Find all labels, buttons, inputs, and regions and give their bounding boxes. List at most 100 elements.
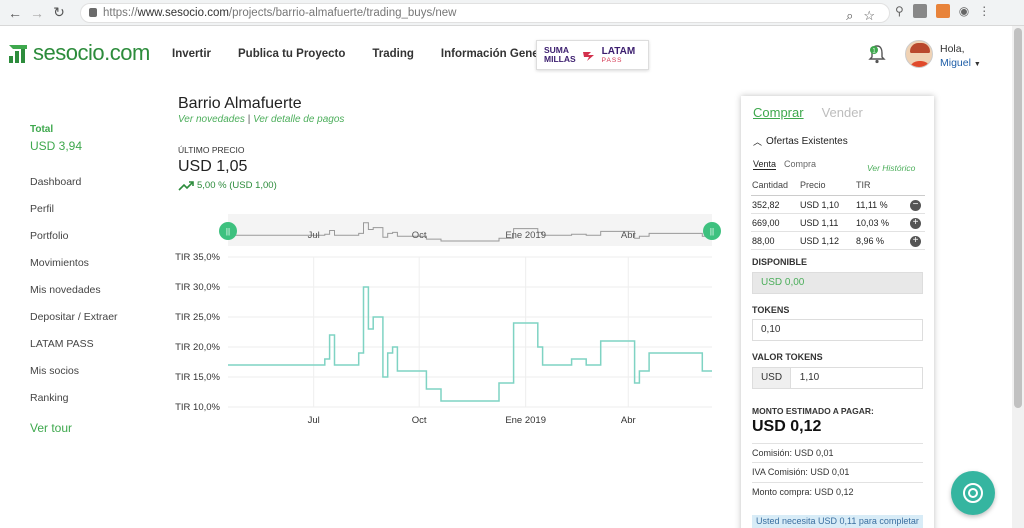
comision-text: Comisión: USD 0,01 bbox=[752, 443, 923, 458]
table-header: Cantidad Precio TIR bbox=[751, 180, 925, 196]
cell-tir: 11,11 % bbox=[856, 199, 888, 210]
tab-vender[interactable]: Vender bbox=[822, 105, 863, 120]
avatar[interactable] bbox=[905, 40, 933, 68]
page-scrollbar[interactable] bbox=[1012, 26, 1024, 528]
tab-comprar[interactable]: Comprar bbox=[753, 105, 804, 120]
y-tick-label: TIR 30,0% bbox=[175, 282, 220, 293]
col-cantidad: Cantidad bbox=[752, 180, 789, 190]
navigator-tick-label: Ene 2019 bbox=[505, 230, 546, 241]
url-path: /projects/barrio-almafuerte/trading_buys… bbox=[228, 7, 457, 19]
navigator-handle-right-glyph: || bbox=[710, 227, 714, 236]
cell-cantidad: 669,00 bbox=[752, 217, 780, 228]
sidebar-item-portfolio[interactable]: Portfolio bbox=[30, 229, 150, 256]
x-tick-label: Abr bbox=[621, 415, 636, 426]
promo-pass: PASS bbox=[601, 56, 623, 64]
col-tir: TIR bbox=[856, 180, 871, 190]
project-links: Ver novedades | Ver detalle de pagos bbox=[178, 114, 344, 125]
sidebar-item-perfil[interactable]: Perfil bbox=[30, 202, 150, 229]
total-label: Total bbox=[30, 124, 54, 135]
sidebar-item-movimientos[interactable]: Movimientos bbox=[30, 256, 150, 283]
chevron-up-icon: ︿ bbox=[753, 137, 763, 147]
valor-currency: USD bbox=[753, 368, 791, 388]
navigator-tick-label: Jul bbox=[308, 230, 320, 241]
logo-mark-icon bbox=[9, 45, 27, 63]
extensions-area: ⚲ ◉ ⋮ bbox=[895, 4, 990, 18]
cell-tir: 10,03 % bbox=[856, 217, 890, 228]
nav-trading[interactable]: Trading bbox=[372, 48, 414, 60]
monto-compra-text: Monto compra: USD 0,12 bbox=[752, 482, 923, 497]
sidebar-item-mis-socios[interactable]: Mis socios bbox=[30, 364, 150, 391]
insufficient-funds-notice: Usted necesita USD 0,11 para completar bbox=[752, 515, 923, 528]
forward-icon[interactable]: → bbox=[26, 5, 48, 21]
subtab-venta[interactable]: Venta bbox=[753, 159, 777, 170]
last-price: USD 1,05 bbox=[178, 158, 248, 175]
ver-novedades-link[interactable]: Ver novedades bbox=[178, 114, 245, 125]
nav-invertir[interactable]: Invertir bbox=[172, 48, 211, 60]
nav-publica[interactable]: Publica tu Proyecto bbox=[238, 48, 345, 60]
trend-up-icon bbox=[178, 180, 194, 191]
extension-grid-icon[interactable] bbox=[912, 4, 927, 18]
remove-offer-icon[interactable]: − bbox=[910, 199, 921, 211]
greeting-text: Hola, bbox=[940, 43, 965, 55]
address-bar[interactable]: https://www.sesocio.com/projects/barrio-… bbox=[80, 3, 890, 23]
y-tick-label: TIR 10,0% bbox=[175, 402, 220, 413]
ultimo-precio-label: ÚLTIMO PRECIO bbox=[178, 145, 245, 155]
total-value: USD 3,94 bbox=[30, 139, 83, 153]
y-tick-label: TIR 35,0% bbox=[175, 252, 220, 263]
extension-orange-icon[interactable] bbox=[935, 4, 950, 18]
navigator-tick-label: Abr bbox=[621, 230, 636, 241]
cell-precio: USD 1,11 bbox=[800, 217, 839, 228]
valor-tokens-label: VALOR TOKENS bbox=[752, 352, 823, 362]
sidebar-item-depositar[interactable]: Depositar / Extraer bbox=[30, 310, 150, 337]
promo-latam: LATAM bbox=[601, 45, 636, 57]
trade-panel: Comprar Vender ︿ Ofertas Existentes Vent… bbox=[741, 96, 934, 528]
url-scheme: https:// bbox=[103, 7, 138, 19]
extension-user-icon[interactable]: ◉ bbox=[959, 4, 969, 18]
back-icon[interactable]: ← bbox=[4, 5, 26, 21]
extension-pin-icon[interactable]: ⚲ bbox=[895, 4, 904, 18]
sidebar: Total USD 3,94 Dashboard Perfil Portfoli… bbox=[30, 124, 150, 435]
ofertas-subtabs: Venta Compra bbox=[753, 159, 816, 170]
table-row: 88,00 USD 1,12 8,96 % + bbox=[751, 232, 925, 250]
zoom-icon[interactable]: ⌕ bbox=[846, 7, 853, 25]
cell-cantidad: 88,00 bbox=[752, 235, 775, 246]
sidebar-item-ranking[interactable]: Ranking bbox=[30, 391, 150, 418]
browser-menu-icon[interactable]: ⋮ bbox=[978, 4, 990, 18]
cell-precio: USD 1,12 bbox=[800, 235, 840, 246]
navigator-tick-label: Oct bbox=[412, 230, 427, 241]
iva-comision-text: IVA Comisión: USD 0,01 bbox=[752, 462, 923, 477]
subtab-compra[interactable]: Compra bbox=[784, 159, 816, 170]
sidebar-item-latam-pass[interactable]: LATAM PASS bbox=[30, 337, 150, 364]
price-change-text: 5,00 % (USD 1,00) bbox=[197, 180, 277, 191]
ver-historico-link[interactable]: Ver Histórico bbox=[867, 163, 915, 173]
add-offer-icon[interactable]: + bbox=[910, 235, 921, 247]
add-offer-icon[interactable]: + bbox=[910, 217, 921, 229]
cell-precio: USD 1,10 bbox=[800, 199, 840, 210]
reload-icon[interactable]: ↻ bbox=[48, 4, 70, 21]
latam-pass-banner[interactable]: SUMA MILLAS LATAM PASS bbox=[536, 40, 649, 70]
valor-tokens-input[interactable]: 1,10 bbox=[800, 372, 819, 383]
tokens-label: TOKENS bbox=[752, 305, 790, 315]
chat-button[interactable] bbox=[951, 471, 995, 515]
y-tick-label: TIR 25,0% bbox=[175, 312, 220, 323]
cell-tir: 8,96 % bbox=[856, 235, 885, 246]
x-tick-label: Jul bbox=[308, 415, 320, 426]
monto-value: USD 0,12 bbox=[752, 418, 822, 435]
ofertas-header[interactable]: ︿ Ofertas Existentes bbox=[753, 135, 848, 148]
page-title: Barrio Almafuerte bbox=[178, 95, 302, 112]
monto-label: MONTO ESTIMADO A PAGAR: bbox=[752, 406, 874, 416]
bookmark-star-icon[interactable]: ☆ bbox=[863, 7, 875, 25]
table-row: 352,82 USD 1,10 11,11 % − bbox=[751, 196, 925, 214]
logo[interactable]: sesocio.com bbox=[8, 40, 150, 66]
promo-millas: MILLAS bbox=[544, 54, 576, 64]
tokens-input[interactable]: 0,10 bbox=[752, 319, 923, 341]
ver-tour-link[interactable]: Ver tour bbox=[30, 421, 150, 435]
ver-detalle-pagos-link[interactable]: Ver detalle de pagos bbox=[253, 114, 344, 125]
sidebar-item-dashboard[interactable]: Dashboard bbox=[30, 175, 150, 202]
table-row: 669,00 USD 1,11 10,03 % + bbox=[751, 214, 925, 232]
cell-cantidad: 352,82 bbox=[752, 199, 780, 210]
valor-tokens-field[interactable]: USD 1,10 bbox=[752, 367, 923, 389]
user-menu[interactable]: Hola, Miguel ▼ bbox=[940, 42, 981, 72]
sidebar-item-mis-novedades[interactable]: Mis novedades bbox=[30, 283, 150, 310]
notification-bell-icon[interactable]: 1 bbox=[868, 44, 886, 64]
